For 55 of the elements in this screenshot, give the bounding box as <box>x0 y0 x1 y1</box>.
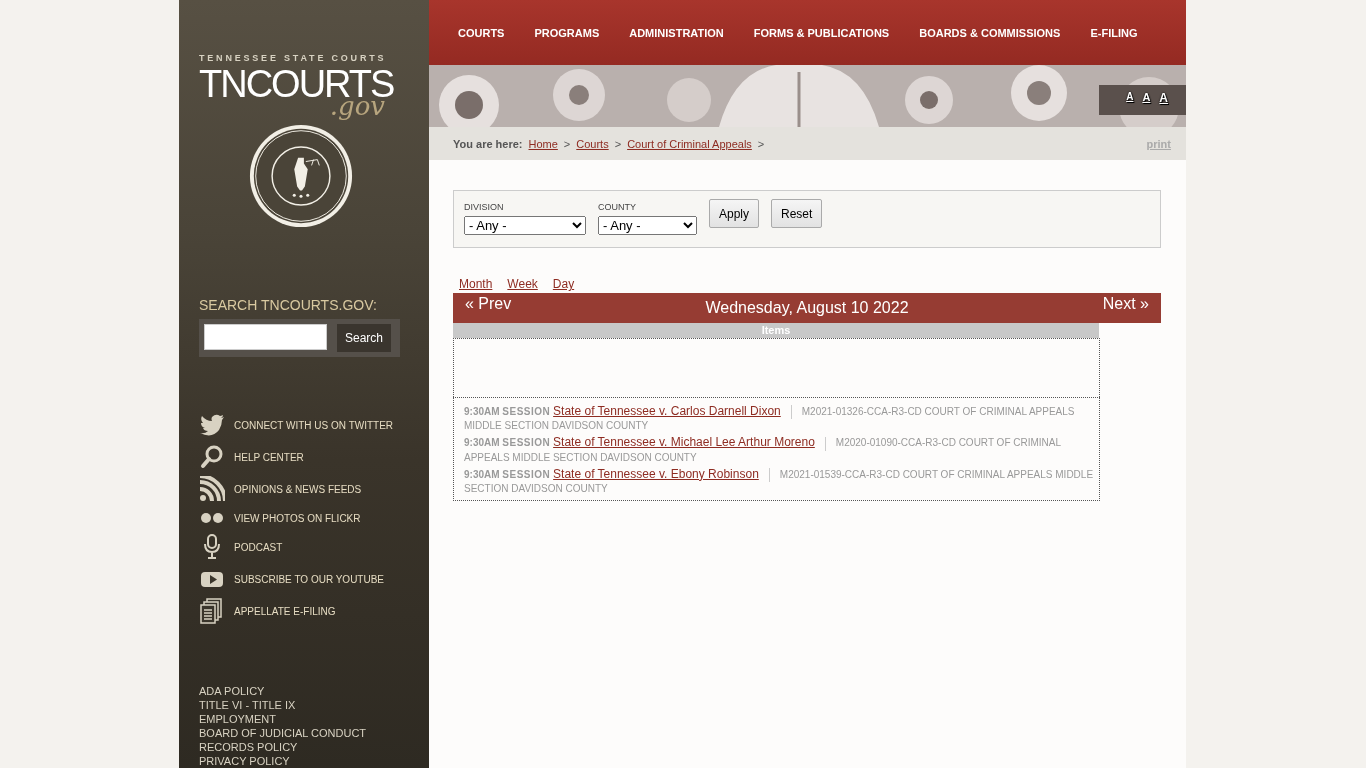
view-link[interactable]: Week <box>507 277 538 291</box>
event-link[interactable]: State of Tennessee v. Michael Lee Arthur Moreno <box>553 435 815 450</box>
nav-link[interactable]: E-FILING <box>1090 26 1138 39</box>
footer-link[interactable]: BOARD OF JUDICIAL CONDUCT <box>199 726 367 740</box>
filter-label: COUNTY <box>598 202 637 212</box>
social-link[interactable]: CONNECT WITH US ON TWITTER <box>234 419 394 431</box>
search-label: SEARCH TNCOURTS.GOV: <box>199 297 378 313</box>
social-link[interactable]: VIEW PHOTOS ON FLICKR <box>234 512 361 524</box>
search-button[interactable]: Search <box>337 324 392 352</box>
event-link[interactable]: State of Tennessee v. Ebony Robinson <box>553 466 759 481</box>
breadcrumb-link[interactable]: Home <box>528 137 558 150</box>
filter-button[interactable]: Reset <box>771 199 823 228</box>
text-size-link[interactable]: A <box>1142 91 1151 105</box>
social-link[interactable]: PODCAST <box>234 541 283 553</box>
event-entry: 9:30AM SESSION State of Tennessee v. Ebony Robinson M2021-01539-CCA-R3-CD COURT OF CRIMINAL APPEALS MIDDLE SECTION DAVIDSON COUNTY <box>464 465 1095 497</box>
nav-link[interactable]: BOARDS & COMMISSIONS <box>919 26 1061 39</box>
social-link[interactable]: APPELLATE E-FILING <box>234 605 336 617</box>
nav-link[interactable]: COURTS <box>458 26 505 39</box>
event-link[interactable]: State of Tennessee v. Carlos Darnell Dixon <box>553 404 781 418</box>
nav-link[interactable]: PROGRAMS <box>534 26 600 39</box>
breadcrumb-link[interactable]: Court of Criminal Appeals <box>627 137 752 150</box>
breadcrumb-separator: > <box>563 137 571 150</box>
search-field[interactable] <box>204 324 327 350</box>
breadcrumb-label: You are here: <box>453 137 523 150</box>
rss-icon[interactable] <box>199 476 225 502</box>
filter-dropdown[interactable]: - Any - <box>598 216 697 235</box>
nav-link[interactable]: FORMS & PUBLICATIONS <box>753 26 890 39</box>
event-entry: 9:30AM SESSION State of Tennessee v. Carlos Darnell Dixon M2021-01326-CCA-R3-CD COURT OF CRIMINAL APPEALS MIDDLE SECTION DAVIDSON COUNTY <box>464 403 1076 434</box>
nav-link[interactable]: ADMINISTRATION <box>629 26 724 39</box>
prev-link[interactable]: « Prev <box>465 295 512 313</box>
breadcrumb-separator: > <box>614 137 622 150</box>
footer-link[interactable]: PRIVACY POLICY <box>199 754 367 768</box>
filter-dropdown[interactable]: - Any - <box>464 216 586 235</box>
view-link[interactable]: Month <box>459 277 493 291</box>
footer-link[interactable]: TITLE VI - TITLE IX <box>199 698 367 712</box>
breadcrumb-separator: > <box>757 137 765 150</box>
footer-link[interactable]: ADA POLICY <box>199 684 367 698</box>
event-entry: 9:30AM SESSION State of Tennessee v. Michael Lee Arthur Moreno M2020-01090-CCA-R3-CD COURT OF CRIMINAL APPEALS MIDDLE SECTION DAVIDSON COUNTY <box>464 434 1062 465</box>
logo-tagline: TENNESSEE STATE COURTS <box>199 53 387 63</box>
footer-link[interactable]: EMPLOYMENT <box>199 712 367 726</box>
calendar-title: Wednesday, August 10 2022 <box>705 299 909 317</box>
social-link[interactable]: HELP CENTER <box>234 451 304 463</box>
filter-label: DIVISION <box>464 202 505 212</box>
search-icon[interactable] <box>199 444 225 470</box>
filter-button[interactable]: Apply <box>709 199 760 228</box>
text-size-link[interactable]: A <box>1159 91 1168 105</box>
documents-icon[interactable] <box>199 598 225 624</box>
footer-link[interactable]: RECORDS POLICY <box>199 740 367 754</box>
next-link[interactable]: Next » <box>1102 295 1149 313</box>
view-link[interactable]: Day <box>552 277 575 291</box>
social-link[interactable]: OPINIONS & NEWS FEEDS <box>234 483 362 495</box>
text-size-link[interactable]: A <box>1126 91 1134 105</box>
social-link[interactable]: SUBSCRIBE TO OUR YOUTUBE <box>234 573 385 585</box>
bird-icon[interactable] <box>199 412 225 438</box>
breadcrumb-link[interactable]: Courts <box>576 137 609 150</box>
